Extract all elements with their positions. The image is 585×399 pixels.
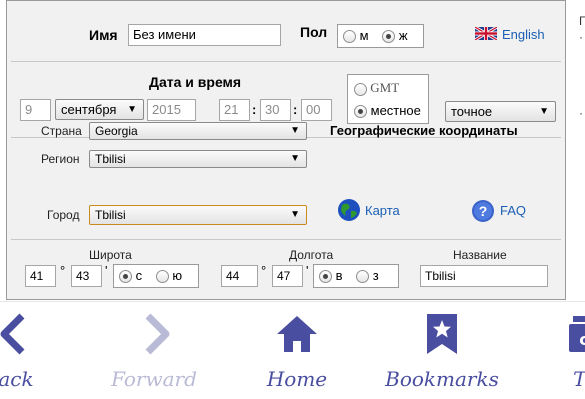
divider <box>11 61 561 62</box>
longitude-option-west[interactable]: з <box>356 268 379 284</box>
bookmarks-label: Bookmarks <box>385 367 499 391</box>
time-mode-local[interactable]: местное <box>354 103 421 119</box>
minute-mark: ' <box>306 263 309 278</box>
degree-mark: ° <box>60 263 66 278</box>
svg-text:?: ? <box>479 203 488 219</box>
home-button[interactable]: Home <box>267 312 327 391</box>
radio-east[interactable] <box>319 270 332 284</box>
radio-south[interactable] <box>155 270 169 284</box>
dropdown-arrow-icon: ▼ <box>290 209 300 220</box>
dropdown-arrow-icon: ▼ <box>127 104 137 115</box>
home-label: Home <box>266 367 328 391</box>
year-input[interactable]: 2015 <box>147 99 196 121</box>
radio-north[interactable] <box>119 270 132 284</box>
sidebar-fragment: · <box>579 30 583 44</box>
month-select[interactable]: сентября ▼ <box>55 99 144 120</box>
forward-arrow-icon <box>145 313 170 355</box>
latitude-hemisphere-group: с ю <box>113 264 199 288</box>
day-input[interactable]: 9 <box>20 99 51 121</box>
latitude-option-south[interactable]: ю <box>155 268 182 284</box>
radio-m[interactable] <box>343 30 356 44</box>
back-button[interactable]: ack <box>0 312 46 391</box>
back-label: ack <box>0 367 34 391</box>
geo-coordinates-title: Географические координаты <box>330 123 518 138</box>
time-colon: : <box>252 102 257 117</box>
svg-text:c: c <box>579 330 585 349</box>
faq-link[interactable]: FAQ <box>500 203 526 218</box>
region-label: Регион <box>41 152 80 166</box>
longitude-label: Долгота <box>289 248 334 262</box>
sex-radio-group: м ж <box>337 24 424 48</box>
radio-gmt[interactable] <box>354 82 367 96</box>
sex-option-f[interactable]: ж <box>382 28 408 44</box>
bookmarks-button[interactable]: Bookmarks <box>385 312 499 391</box>
degree-mark: ° <box>261 263 267 278</box>
latitude-degrees-input[interactable]: 41 <box>25 265 56 287</box>
time-mode-gmt[interactable]: GMT <box>354 80 399 96</box>
back-arrow-icon <box>0 313 25 355</box>
uk-flag-icon[interactable] <box>474 25 498 43</box>
latitude-minutes-input[interactable]: 43 <box>71 265 102 287</box>
tabs-icon: c <box>569 316 585 352</box>
globe-icon[interactable] <box>337 198 361 225</box>
minute-mark: ' <box>105 263 108 278</box>
place-name-input[interactable]: Tbilisi <box>420 265 548 287</box>
country-select[interactable]: Georgia ▼ <box>89 122 307 140</box>
city-label: Город <box>47 208 80 222</box>
dropdown-arrow-icon: ▼ <box>290 153 300 164</box>
latitude-option-north[interactable]: с <box>119 268 142 284</box>
longitude-option-east[interactable]: в <box>319 268 343 284</box>
minute-input[interactable]: 30 <box>260 99 291 121</box>
country-label: Страна <box>41 124 82 138</box>
home-icon <box>277 316 317 352</box>
second-input[interactable]: 00 <box>301 99 332 121</box>
forward-label: Forward <box>111 367 197 391</box>
longitude-minutes-input[interactable]: 47 <box>272 265 303 287</box>
name-input[interactable]: Без имени <box>128 24 281 46</box>
name-label: Имя <box>89 27 118 43</box>
longitude-degrees-input[interactable]: 44 <box>221 265 258 287</box>
radio-west[interactable] <box>356 270 370 284</box>
region-select[interactable]: Tbilisi ▼ <box>89 150 307 168</box>
bookmark-star-icon <box>427 314 457 354</box>
time-mode-group: GMT местное <box>347 74 429 124</box>
browser-toolbar: ack Forward Home Bookmarks c Ta <box>0 301 585 399</box>
sex-option-m[interactable]: м <box>343 28 369 44</box>
hour-input[interactable]: 21 <box>219 99 250 121</box>
longitude-hemisphere-group: в з <box>313 264 399 288</box>
dropdown-arrow-icon: ▼ <box>539 106 549 117</box>
precision-select[interactable]: точное ▼ <box>445 101 556 122</box>
city-select[interactable]: Tbilisi ▼ <box>89 205 307 225</box>
divider <box>11 239 561 240</box>
time-colon: : <box>293 102 298 117</box>
latitude-label: Широта <box>89 248 132 262</box>
tabs-label: Ta <box>573 367 585 391</box>
radio-local[interactable] <box>354 105 367 119</box>
tabs-button[interactable]: c Ta <box>555 312 585 391</box>
map-link[interactable]: Карта <box>365 203 400 218</box>
dropdown-arrow-icon: ▼ <box>290 125 300 136</box>
sidebar-fragment: Г <box>579 14 585 28</box>
sex-label: Пол <box>300 24 328 40</box>
english-link[interactable]: English <box>502 27 545 42</box>
sidebar-fragment: · <box>579 106 583 120</box>
place-name-label: Название <box>453 248 507 262</box>
natal-form-panel: Имя Без имени Пол м ж English Дата и вре… <box>6 0 566 300</box>
radio-f[interactable] <box>382 30 396 44</box>
help-icon[interactable]: ? <box>471 199 495 226</box>
datetime-label: Дата и время <box>149 74 242 90</box>
forward-button[interactable]: Forward <box>111 312 197 391</box>
